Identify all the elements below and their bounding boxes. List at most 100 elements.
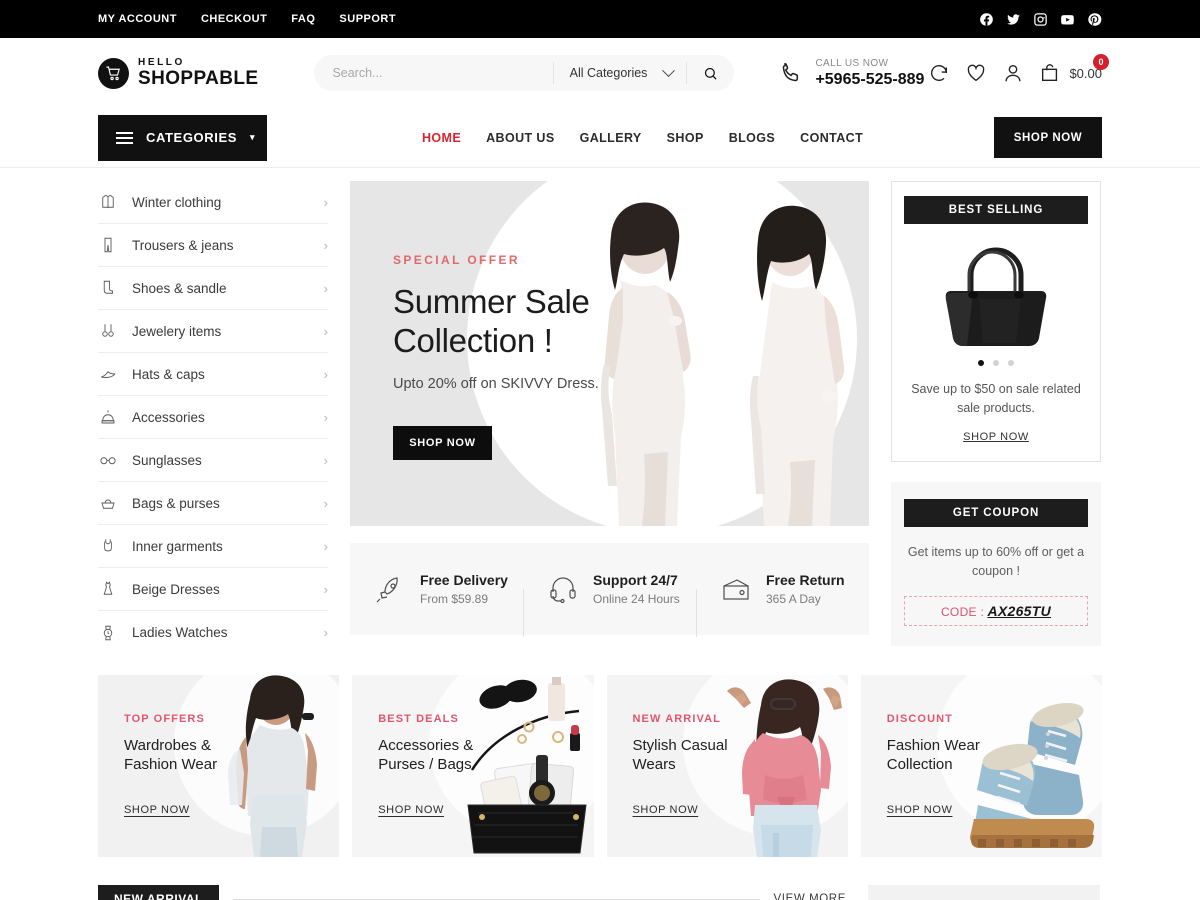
cart-bag-icon — [1042, 64, 1058, 82]
sidebar-item-trousers-jeans[interactable]: Trousers & jeans › — [98, 224, 328, 267]
chevron-right-icon: › — [323, 581, 328, 597]
promo-cards-row: TOP OFFERS Wardrobes & Fashion Wear SHOP… — [0, 675, 1200, 857]
sidebar-item-ladies-watches[interactable]: Ladies Watches › — [98, 611, 328, 654]
search-icon — [705, 67, 718, 80]
sidebar-item-label: Trousers & jeans — [132, 237, 234, 253]
promo-shop-now-link[interactable]: SHOP NOW — [633, 804, 699, 816]
instagram-icon[interactable] — [1033, 12, 1048, 27]
promo-shop-now-link[interactable]: SHOP NOW — [887, 804, 953, 816]
twitter-icon[interactable] — [1006, 12, 1021, 27]
hero-shop-now-button[interactable]: SHOP NOW — [393, 426, 492, 461]
search-input[interactable] — [314, 55, 553, 91]
promo-title-line-2: Fashion Wear — [124, 756, 218, 774]
model-photo-right — [749, 205, 845, 526]
chevron-right-icon: › — [323, 409, 328, 425]
header-action-icons: 0 $0.00 — [928, 54, 1109, 84]
sidebar-item-inner-garments[interactable]: Inner garments › — [98, 525, 328, 568]
sidebar-item-label: Beige Dresses — [132, 581, 220, 597]
compare-refresh-icon[interactable] — [928, 62, 950, 84]
pinterest-icon[interactable] — [1087, 12, 1102, 27]
hero-kicker: SPECIAL OFFER — [393, 253, 520, 267]
nav-item-about-us[interactable]: ABOUT US — [486, 131, 554, 145]
call-us-block[interactable]: CALL US NOW +5965-525-889 — [778, 58, 924, 89]
hero-title-line-1: Summer Sale — [393, 283, 590, 320]
promo-text-block: BEST DEALS Accessories & Purses / Bags S… — [352, 675, 593, 818]
hero-text-block: SPECIAL OFFER Summer Sale Collection ! U… — [393, 253, 599, 461]
promo-card-discount[interactable]: DISCOUNT Fashion Wear Collection SHOP NO… — [860, 675, 1102, 857]
primary-menu: HOME ABOUT US GALLERY SHOP BLOGS CONTACT — [422, 131, 863, 145]
promo-card-best-deals[interactable]: BEST DEALS Accessories & Purses / Bags S… — [352, 675, 594, 857]
carousel-dot-2[interactable] — [993, 360, 999, 366]
earrings-icon — [98, 322, 118, 340]
headphones-icon — [550, 577, 576, 604]
hat-icon — [98, 365, 118, 383]
sidebar-item-winter-clothing[interactable]: Winter clothing › — [98, 181, 328, 224]
sidebar-item-accessories[interactable]: Accessories › — [98, 396, 328, 439]
promo-title-line-1: Fashion Wear — [886, 737, 980, 754]
chevron-right-icon: › — [323, 452, 328, 468]
sidebar-item-shoes-sandle[interactable]: Shoes & sandle › — [98, 267, 328, 310]
feature-text: Free Return 365 A Day — [766, 572, 845, 606]
view-more-link[interactable]: VIEW MORE — [774, 893, 847, 900]
promo-title: Fashion Wear Collection — [887, 736, 1102, 774]
category-select[interactable]: All Categories — [552, 62, 687, 84]
features-strip: Free Delivery From $59.89 Support 24/7 O… — [350, 543, 869, 637]
sidebar-item-bags-purses[interactable]: Bags & purses › — [98, 482, 328, 525]
nav-shop-now-button[interactable]: SHOP NOW — [994, 117, 1102, 158]
feature-subtitle: 365 A Day — [766, 592, 821, 606]
top-link-my-account[interactable]: MY ACCOUNT — [98, 13, 177, 25]
main-content: Winter clothing › Trousers & jeans › Sho… — [0, 181, 1200, 654]
nav-item-shop[interactable]: SHOP — [667, 131, 704, 145]
sidebar-item-label: Accessories — [132, 409, 205, 425]
coupon-code-value: AX265TU — [987, 602, 1052, 619]
feature-free-delivery: Free Delivery From $59.89 — [350, 572, 523, 606]
facebook-icon[interactable] — [979, 12, 994, 27]
top-link-checkout[interactable]: CHECKOUT — [201, 13, 267, 25]
phone-number: +5965-525-889 — [815, 70, 925, 88]
cart-button[interactable]: 0 $0.00 — [1039, 54, 1109, 84]
category-select-value: All Categories — [569, 66, 648, 80]
handbag-icon — [945, 247, 1047, 346]
top-link-support[interactable]: SUPPORT — [339, 13, 396, 25]
categories-toggle-button[interactable]: CATEGORIES ▾ — [98, 114, 267, 161]
sidebar-item-hats-caps[interactable]: Hats & caps › — [98, 353, 328, 396]
carousel-dot-1[interactable] — [978, 360, 984, 366]
account-user-icon[interactable] — [1002, 62, 1024, 84]
logo[interactable]: HELLO SHOPPABLE — [98, 57, 258, 89]
nav-item-home[interactable]: HOME — [422, 131, 461, 145]
hamburger-icon — [116, 131, 133, 144]
promo-card-new-arrival[interactable]: NEW ARRIVAL Stylish Casual Wears SHOP NO… — [606, 675, 848, 857]
carousel-dot-3[interactable] — [1008, 360, 1014, 366]
chevron-right-icon: › — [323, 237, 328, 253]
tab-new-arrival[interactable]: NEW ARRIVAL — [98, 885, 219, 900]
new-arrival-section: NEW ARRIVAL VIEW MORE — [0, 885, 1200, 900]
chevron-down-icon — [662, 63, 676, 77]
promo-shop-now-link[interactable]: SHOP NOW — [378, 804, 444, 816]
category-sidebar: Winter clothing › Trousers & jeans › Sho… — [98, 181, 328, 654]
search-button[interactable] — [686, 62, 734, 84]
promo-title-line-2: Collection — [886, 756, 953, 774]
promo-shop-now-link[interactable]: SHOP NOW — [124, 804, 190, 816]
logo-text: HELLO SHOPPABLE — [138, 58, 258, 89]
sidebar-item-jewelery-items[interactable]: Jewelery items › — [98, 310, 328, 353]
youtube-icon[interactable] — [1060, 12, 1075, 27]
coupon-code-box[interactable]: CODE : AX265TU — [904, 595, 1088, 626]
coupon-code-label: CODE : — [940, 604, 985, 619]
nav-item-gallery[interactable]: GALLERY — [580, 131, 642, 145]
top-links: MY ACCOUNT CHECKOUT FAQ SUPPORT — [98, 13, 396, 25]
cart-logo-icon — [98, 57, 129, 89]
nav-item-blogs[interactable]: BLOGS — [729, 131, 775, 145]
best-selling-product-image[interactable] — [904, 238, 1088, 356]
sidebar-item-beige-dresses[interactable]: Beige Dresses › — [98, 568, 328, 611]
sunglasses-icon — [98, 451, 118, 469]
nav-item-contact[interactable]: CONTACT — [800, 131, 863, 145]
promo-card-top-offers[interactable]: TOP OFFERS Wardrobes & Fashion Wear SHOP… — [98, 675, 340, 857]
sidebar-item-sunglasses[interactable]: Sunglasses › — [98, 439, 328, 482]
promo-title-line-1: Wardrobes & — [124, 737, 211, 754]
chevron-right-icon: › — [323, 280, 328, 296]
wishlist-heart-icon[interactable] — [965, 62, 987, 84]
best-selling-shop-now-link[interactable]: SHOP NOW — [904, 431, 1088, 443]
top-link-faq[interactable]: FAQ — [291, 13, 315, 25]
innerwear-icon — [98, 537, 118, 555]
sidebar-item-label: Jewelery items — [132, 323, 222, 339]
